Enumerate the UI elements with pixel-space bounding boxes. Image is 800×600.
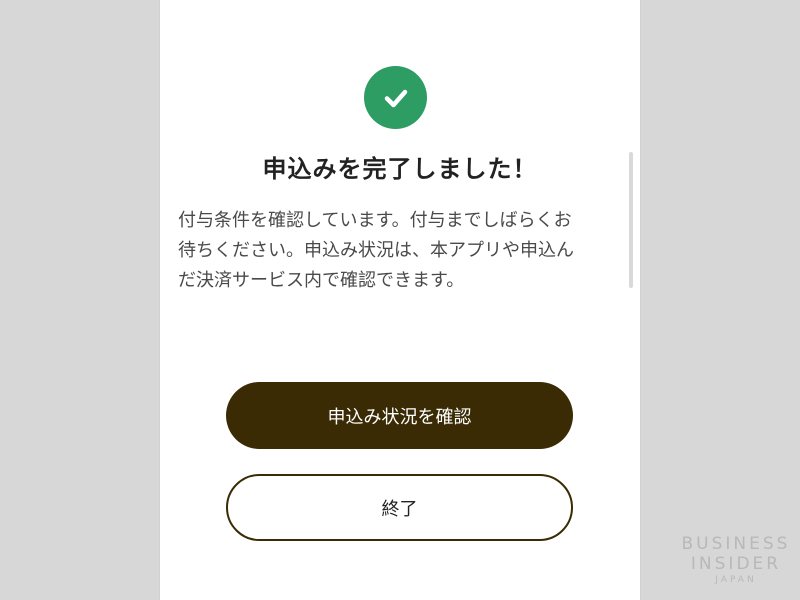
- checkmark-icon: [384, 89, 407, 107]
- check-circle-icon: [364, 66, 427, 129]
- watermark-line: INSIDER: [690, 554, 782, 574]
- check-status-button[interactable]: 申込み状況を確認: [226, 382, 573, 449]
- status-message-line: 付与条件を確認しています。付与までしばらくお: [178, 210, 572, 231]
- watermark-line: JAPAN: [715, 575, 757, 585]
- status-message-line: 待ちください。申込み状況は、本アプリや申込ん: [178, 240, 574, 261]
- status-message-line: だ決済サービス内で確認できます。: [178, 270, 465, 291]
- finish-button[interactable]: 終了: [226, 474, 573, 541]
- status-message: 付与条件を確認しています。付与までしばらくお 待ちください。申込み状況は、本アプ…: [178, 206, 618, 296]
- watermark-line: BUSINESS: [681, 534, 791, 554]
- page-title: 申込みを完了しました！: [262, 155, 538, 183]
- business-insider-watermark: BUSINESS INSIDER JAPAN: [680, 534, 792, 586]
